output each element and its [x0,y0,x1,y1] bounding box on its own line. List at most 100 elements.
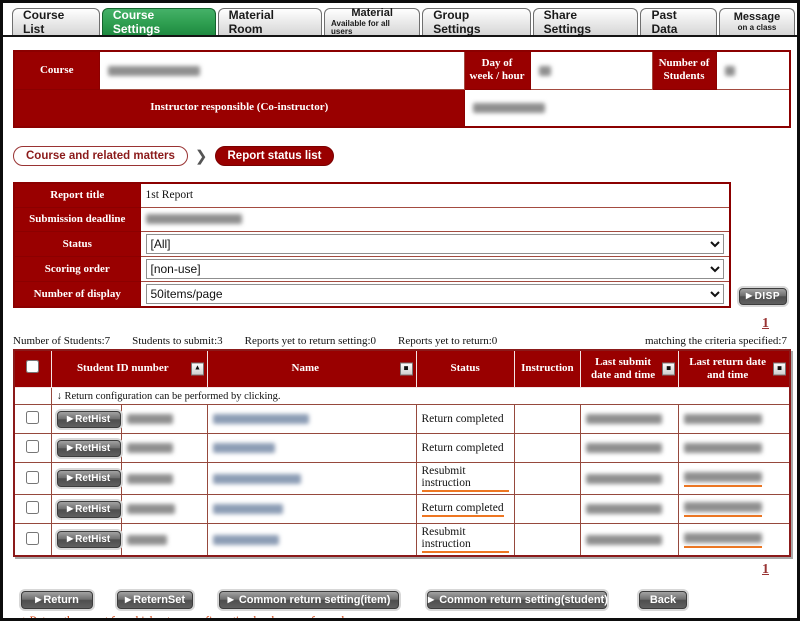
status-text: Resubmit instruction [422,465,509,492]
status-text: Return completed [422,413,504,425]
play-icon: ▶ [125,595,131,604]
last-submit-redacted [586,504,662,514]
student-id-redacted [127,474,173,484]
tab-label: Course List [23,8,89,36]
tab-message[interactable]: Messageon a class [719,8,795,35]
student-name-redacted[interactable] [213,504,283,514]
footer-buttons: ▶Return ▶ReternSet ▶ Common return setti… [13,591,787,609]
instruction-cell [514,524,580,557]
pagination-top: 1 [13,316,787,332]
rethist-button[interactable]: ▶RetHist [57,470,121,487]
stat-matching-criteria: matching the criteria specified:7 [645,335,787,347]
tab-group-settings[interactable]: Group Settings [422,8,530,35]
sort-student-id-button[interactable]: ▲ [191,362,204,375]
day-of-week-label: Day of week / hour [464,51,530,89]
rethist-button[interactable]: ▶RetHist [57,411,121,428]
report-title-value: 1st Report [140,183,730,207]
course-related-matters-button[interactable]: Course and related matters [13,146,188,166]
play-icon: ▶ [67,443,73,452]
last-submit-redacted [586,535,662,545]
select-all-header [14,350,51,388]
tab-sublabel: on a class [738,24,777,32]
page-1-link[interactable]: 1 [762,316,769,331]
tab-course-settings[interactable]: Course Settings [102,8,216,35]
play-icon: ▶ [428,595,434,604]
play-icon: ▶ [35,595,41,604]
status-text: Return completed [422,442,504,454]
last-return-redacted [684,502,762,512]
tab-label: Group Settings [433,8,519,36]
stat-students-to-submit: Students to submit:3 [132,335,222,347]
return-set-button[interactable]: ▶ReternSet [117,591,193,609]
scoring-order-label: Scoring order [14,256,140,281]
common-return-setting-item-button[interactable]: ▶ Common return setting(item) [219,591,399,609]
row-checkbox[interactable] [26,411,39,424]
row-checkbox[interactable] [26,532,39,545]
number-of-students-redacted [725,66,735,76]
status-text: Resubmit instruction [422,526,509,553]
footer-note: ↑ Return the report for which return con… [13,615,787,621]
sort-last-submit-button[interactable]: ■ [662,362,675,375]
table-row: ▶RetHist Return completed [14,405,790,434]
last-return-redacted [684,472,762,482]
play-icon: ▶ [67,534,73,543]
filter-section: Report title 1st Report Submission deadl… [13,182,787,308]
play-icon: ▶ [228,595,234,604]
instruction-cell [514,495,580,524]
status-label: Status [14,231,140,256]
instructor-cell [464,89,790,127]
breadcrumb: Course and related matters ❯ Report stat… [13,144,787,168]
number-of-students-label: Number of Students [652,51,716,89]
rethist-button[interactable]: ▶RetHist [57,440,121,457]
rethist-button[interactable]: ▶RetHist [57,501,121,518]
tab-material-all-users[interactable]: MaterialAvailable for all users [324,8,420,35]
table-row: ▶RetHist Resubmit instruction [14,524,790,557]
last-return-redacted [684,533,762,543]
student-name-redacted[interactable] [213,535,279,545]
student-name-redacted[interactable] [213,414,309,424]
row-checkbox[interactable] [26,501,39,514]
instruction-cell [514,463,580,495]
stat-yet-return: Reports yet to return:0 [398,335,497,347]
page-1-link[interactable]: 1 [762,562,769,577]
stats-bar: Number of Students:7 Students to submit:… [13,335,787,347]
pagination-bottom: 1 [13,562,787,578]
report-status-list-button[interactable]: Report status list [215,146,335,166]
last-return-redacted [684,443,762,453]
number-of-display-label: Number of display [14,281,140,307]
course-label: Course [14,51,99,89]
tab-label: Material [351,8,393,19]
return-button[interactable]: ▶Return [21,591,93,609]
tab-material-room[interactable]: Material Room [218,8,322,35]
sort-name-button[interactable]: ■ [400,362,413,375]
instruction-cell [514,405,580,434]
tab-share-settings[interactable]: Share Settings [533,8,639,35]
row-checkbox[interactable] [26,440,39,453]
tab-label: Past Data [651,8,706,36]
disp-button[interactable]: ▶DISP [739,288,787,305]
sort-last-return-button[interactable]: ■ [773,362,786,375]
student-name-redacted[interactable] [213,474,301,484]
note-row: ↓ Return configuration can be performed … [14,388,790,405]
tab-label: Course Settings [113,8,205,36]
table-row: ▶RetHist Return completed [14,495,790,524]
common-return-setting-student-button[interactable]: ▶ Common return setting(student) [427,591,607,609]
rethist-button[interactable]: ▶RetHist [57,531,121,548]
select-all-checkbox[interactable] [26,360,39,373]
scoring-order-select[interactable]: [non-use] [146,259,725,279]
tab-bar: Course List Course Settings Material Roo… [3,3,797,37]
play-icon: ▶ [67,473,73,482]
stat-number-of-students: Number of Students:7 [13,335,110,347]
status-select[interactable]: [All] [146,234,725,254]
number-of-display-select[interactable]: 50items/page [146,284,725,304]
submission-deadline-label: Submission deadline [14,207,140,231]
course-name-redacted [108,66,200,76]
student-name-redacted[interactable] [213,443,275,453]
instructor-redacted [473,103,545,113]
stat-yet-return-setting: Reports yet to return setting:0 [245,335,376,347]
back-button[interactable]: Back [639,591,687,609]
row-checkbox[interactable] [26,471,39,484]
deadline-redacted [146,214,242,224]
tab-past-data[interactable]: Past Data [640,8,717,35]
tab-course-list[interactable]: Course List [12,8,100,35]
